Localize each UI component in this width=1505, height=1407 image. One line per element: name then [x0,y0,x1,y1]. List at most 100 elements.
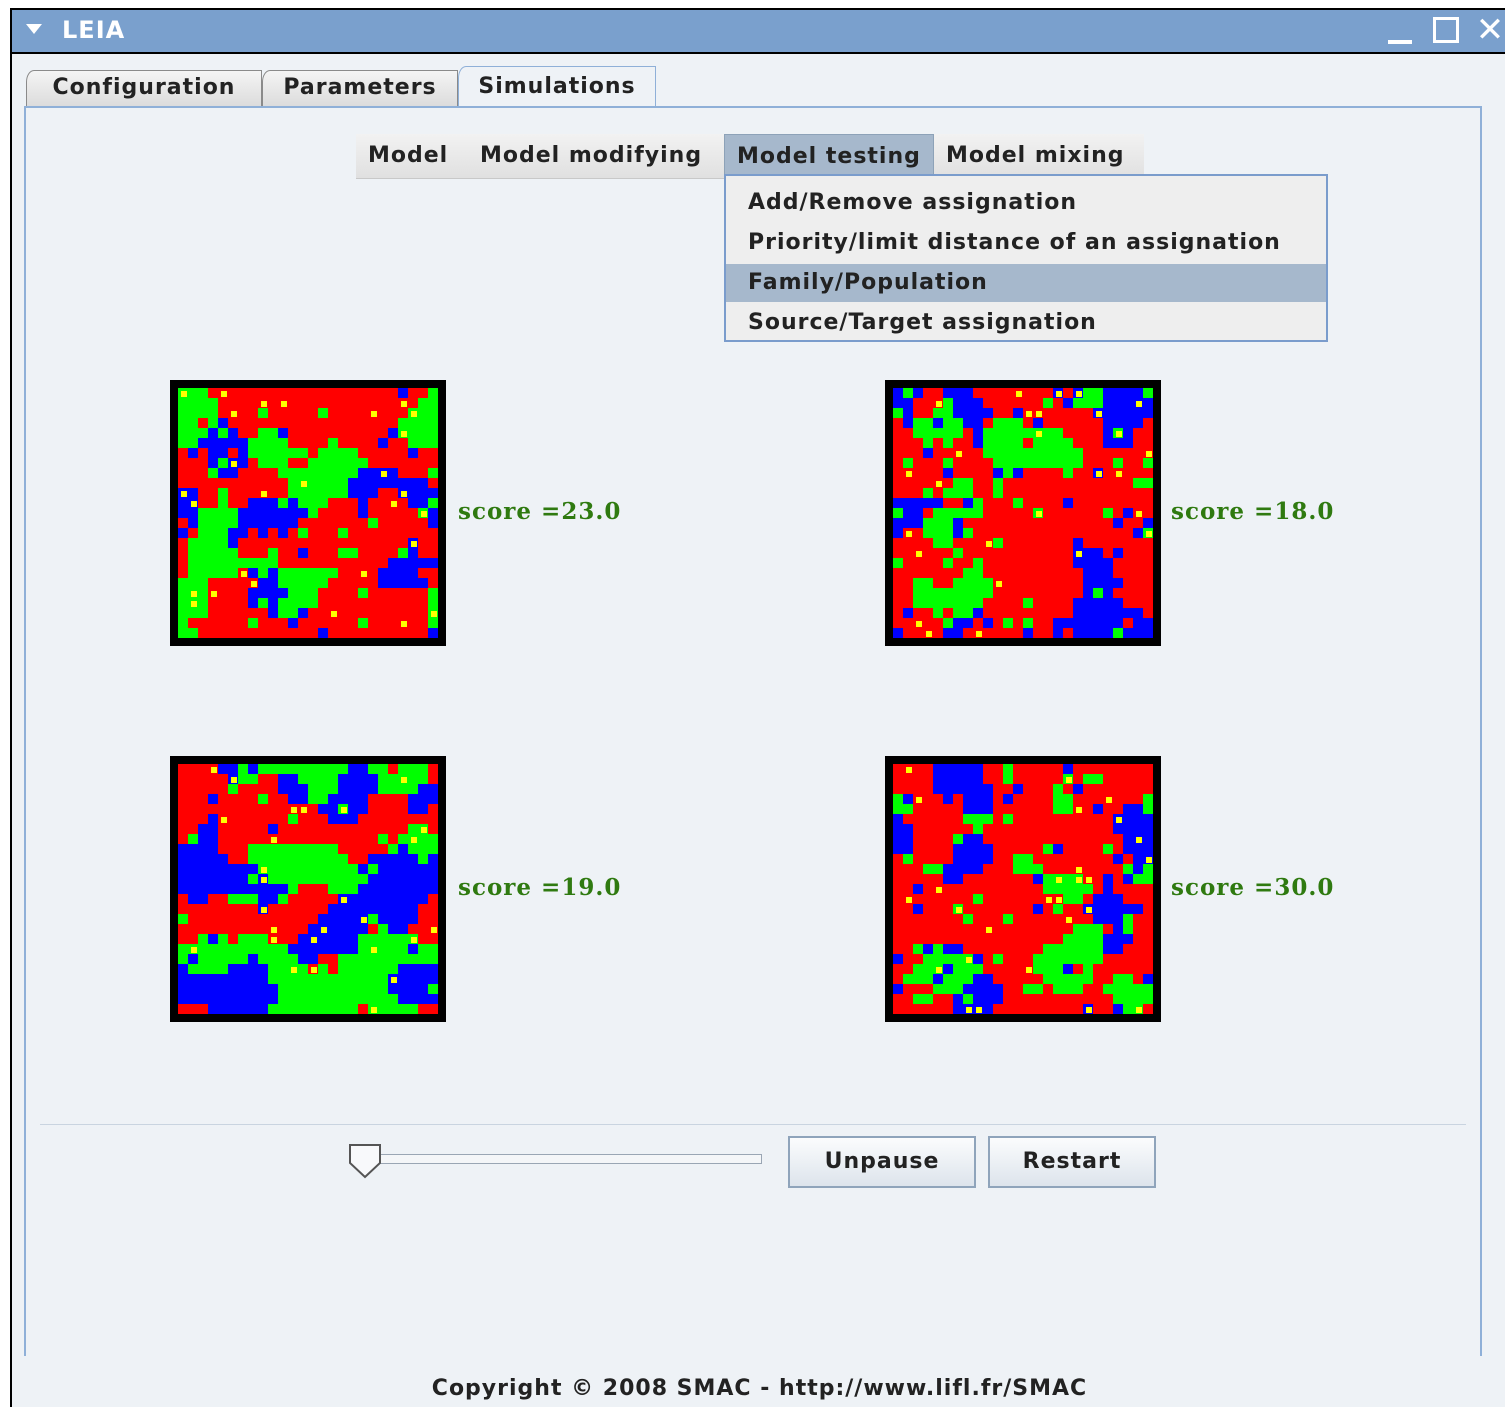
grid-cell [298,628,308,638]
grid-cell [418,934,428,944]
grid-cell [408,498,418,508]
menu-triangle-icon[interactable] [26,24,42,34]
grid-cell [278,618,288,628]
grid-cell [378,994,388,1004]
speed-slider[interactable] [364,1154,762,1164]
grid-cell [278,468,288,478]
grid-cell [328,834,338,844]
grid-cell [903,608,913,618]
grid-cell [993,954,1003,964]
grid-cell [198,608,208,618]
grid-cell [408,418,418,428]
grid-cell [953,944,963,954]
unpause-button[interactable]: Unpause [788,1136,976,1188]
maximize-icon[interactable] [1430,14,1462,46]
grid-cell [1103,834,1113,844]
grid-cell [953,884,963,894]
grid-cell [348,934,358,944]
minimize-icon[interactable] [1384,14,1416,46]
grid-cell [258,448,268,458]
grid-cell [1043,984,1053,994]
leia-window: LEIA ✕ Configuration Parameters Simulati… [10,8,1505,1407]
grid-cell [198,498,208,508]
grid-cell [318,934,328,944]
grid-cell [248,764,258,774]
grid-cell [1043,954,1053,964]
grid-cell [388,844,398,854]
menu-model[interactable]: Model [356,134,468,178]
grid-cell [228,1004,238,1014]
menu-item-source-target-assignation[interactable]: Source/Target assignation [726,304,1326,342]
grid-cell [318,518,328,528]
grid-cell [1073,398,1083,408]
grid-agent [1026,967,1032,973]
tab-simulations[interactable]: Simulations [458,66,656,108]
grid-cell [298,944,308,954]
grid-cell [308,764,318,774]
grid-cell [178,764,188,774]
grid-cell [903,508,913,518]
grid-cell [973,864,983,874]
grid-cell [913,774,923,784]
grid-cell [328,588,338,598]
grid-cell [328,874,338,884]
grid-cell [1063,964,1073,974]
grid-cell [398,558,408,568]
menu-model-testing[interactable]: Model testing [724,134,934,178]
grid-cell [1133,598,1143,608]
grid-cell [1133,764,1143,774]
grid-cell [358,934,368,944]
slider-knob-icon[interactable] [348,1143,382,1179]
tab-configuration[interactable]: Configuration [26,70,262,106]
grid-cell [368,764,378,774]
grid-cell [1103,904,1113,914]
grid-cell [1123,528,1133,538]
grid-cell [418,834,428,844]
menu-item-add-remove-assignation[interactable]: Add/Remove assignation [726,184,1326,222]
grid-cell [923,528,933,538]
grid-cell [298,448,308,458]
grid-cell [268,994,278,1004]
grid-cell [893,488,903,498]
grid-cell [943,764,953,774]
restart-button[interactable]: Restart [988,1136,1156,1188]
grid-cell [923,904,933,914]
grid-cell [1043,388,1053,398]
grid-cell [1123,428,1133,438]
grid-cell [388,794,398,804]
grid-cell [1123,864,1133,874]
grid-cell [903,914,913,924]
grid-cell [1063,844,1073,854]
grid-cell [328,764,338,774]
grid-cell [308,784,318,794]
grid-cell [178,628,188,638]
grid-cell [228,438,238,448]
grid-cell [328,438,338,448]
grid-cell [933,974,943,984]
menu-model-modifying[interactable]: Model modifying [468,134,724,178]
grid-cell [1053,774,1063,784]
grid-cell [1013,854,1023,864]
tab-parameters[interactable]: Parameters [262,70,458,106]
grid-cell [1083,894,1093,904]
grid-cell [378,398,388,408]
close-icon[interactable]: ✕ [1474,13,1505,47]
grid-cell [913,578,923,588]
grid-cell [1043,884,1053,894]
grid-cell [208,914,218,924]
menu-item-family-population[interactable]: Family/Population [726,264,1326,302]
grid-cell [268,488,278,498]
title-bar[interactable]: LEIA ✕ [12,10,1505,54]
grid-cell [1073,774,1083,784]
menu-model-mixing[interactable]: Model mixing [934,134,1144,178]
grid-cell [933,588,943,598]
grid-cell [198,548,208,558]
grid-cell [368,598,378,608]
grid-cell [1133,408,1143,418]
menu-item-priority-limit-distance[interactable]: Priority/limit distance of an assignatio… [726,224,1326,262]
grid-cell [1103,388,1113,398]
grid-cell [1073,568,1083,578]
grid-cell [368,914,378,924]
grid-cell [428,834,438,844]
grid-cell [1043,994,1053,1004]
